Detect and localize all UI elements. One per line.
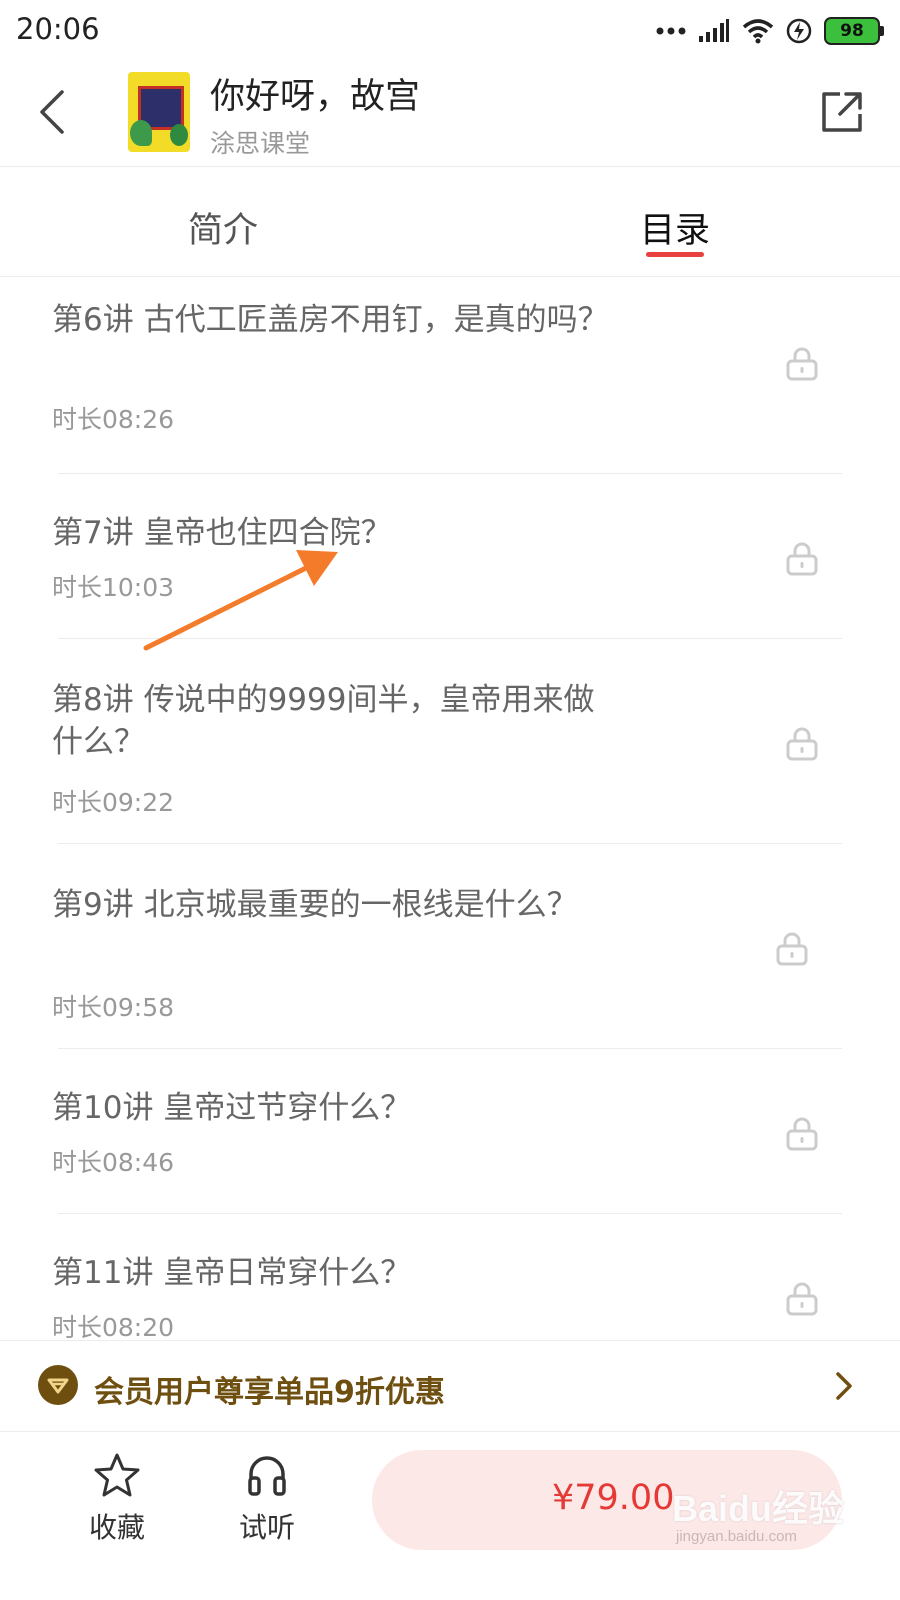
favorite-label: 收藏 — [88, 1511, 145, 1544]
trial-listen-label: 试听 — [238, 1511, 295, 1544]
lesson-item[interactable]: 第6讲 古代工匠盖房不用钉，是真的吗？ 时长08:26 — [52, 277, 842, 474]
more-dots-icon — [656, 27, 686, 35]
lesson-item[interactable]: 第9讲 北京城最重要的一根线是什么？ 时长09:58 — [52, 844, 842, 1049]
member-discount-text: 会员用户尊享单品9折优惠 — [94, 1375, 445, 1410]
bottom-action-bar: 收藏 试听 ¥79.00 Baidu经验 jingyan.baidu.com — [0, 1432, 900, 1600]
lesson-title: 第11讲 皇帝日常穿什么？ — [52, 1255, 412, 1291]
charging-icon — [786, 18, 812, 44]
lesson-title: 第9讲 北京城最重要的一根线是什么？ — [52, 887, 578, 923]
lock-icon — [786, 1282, 818, 1316]
star-icon — [94, 1453, 140, 1497]
course-cover-image — [128, 72, 190, 152]
lesson-item[interactable]: 第8讲 传说中的9999间半，皇帝用来做什么？ 时长09:22 — [52, 639, 842, 844]
battery-indicator: 98 — [824, 17, 884, 45]
price-label: ¥79.00 — [552, 1478, 675, 1518]
chevron-left-icon — [40, 90, 64, 134]
lesson-title: 第7讲 皇帝也住四合院？ — [52, 515, 392, 551]
tab-intro[interactable]: 简介 — [188, 202, 258, 253]
active-tab-indicator — [646, 252, 704, 257]
lesson-title: 第10讲 皇帝过节穿什么？ — [52, 1090, 412, 1126]
tab-catalog[interactable]: 目录 — [640, 202, 710, 253]
lesson-item[interactable]: 第10讲 皇帝过节穿什么？ 时长08:46 — [52, 1049, 842, 1214]
tab-bar: 简介 目录 — [0, 166, 900, 277]
header: 你好呀，故宫 涂思课堂 — [0, 62, 900, 167]
lesson-item[interactable]: 第11讲 皇帝日常穿什么？ 时长08:20 — [52, 1214, 842, 1354]
favorite-button[interactable]: 收藏 — [62, 1452, 172, 1546]
lock-icon — [786, 542, 818, 576]
share-icon — [822, 92, 862, 132]
baidu-watermark-url: jingyan.baidu.com — [676, 1528, 797, 1545]
trial-listen-button[interactable]: 试听 — [212, 1452, 322, 1546]
course-title: 你好呀，故宫 — [210, 77, 421, 117]
status-icons: 98 — [656, 14, 884, 48]
status-bar: 20:06 98 — [0, 0, 900, 62]
lesson-duration: 时长09:22 — [52, 788, 175, 817]
lock-icon — [786, 1117, 818, 1151]
lesson-list: 第6讲 古代工匠盖房不用钉，是真的吗？ 时长08:26 第7讲 皇帝也住四合院？… — [0, 277, 900, 1354]
lesson-duration: 时长09:58 — [52, 993, 175, 1022]
lock-icon — [786, 727, 818, 761]
baidu-watermark: Baidu经验 — [672, 1488, 845, 1529]
course-author: 涂思课堂 — [210, 129, 311, 158]
lesson-duration: 时长08:46 — [52, 1148, 175, 1177]
lesson-title: 第8讲 传说中的9999间半，皇帝用来做什么？ — [52, 682, 595, 760]
lock-icon — [786, 347, 818, 381]
member-badge-icon — [38, 1365, 78, 1405]
lesson-duration: 时长08:26 — [52, 405, 175, 434]
lesson-title: 第6讲 古代工匠盖房不用钉，是真的吗？ — [52, 302, 609, 338]
lesson-item[interactable]: 第7讲 皇帝也住四合院？ 时长10:03 — [52, 474, 842, 639]
share-button[interactable] — [818, 88, 866, 136]
lock-icon — [776, 932, 808, 966]
lesson-duration: 时长10:03 — [52, 573, 175, 602]
status-time: 20:06 — [16, 12, 100, 46]
lesson-duration: 时长08:20 — [52, 1313, 175, 1342]
chevron-right-icon — [836, 1372, 852, 1400]
back-button[interactable] — [28, 84, 84, 140]
signal-icon — [699, 19, 729, 42]
headphones-icon — [248, 1456, 286, 1496]
member-discount-banner[interactable]: 会员用户尊享单品9折优惠 — [0, 1340, 900, 1432]
wifi-icon — [742, 19, 774, 44]
